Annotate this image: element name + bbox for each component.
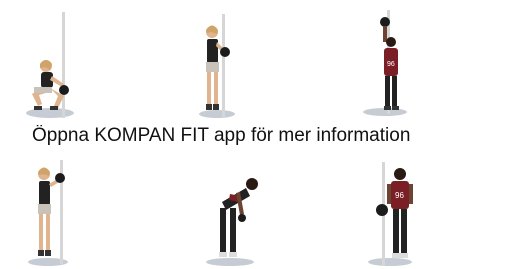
exercise-image-6: 96 bbox=[368, 162, 413, 266]
kettlebell bbox=[380, 17, 390, 27]
kettlebell bbox=[238, 214, 246, 222]
kettlebell bbox=[55, 173, 65, 183]
athlete-head bbox=[386, 37, 396, 47]
athlete-head bbox=[394, 168, 406, 180]
kettlebell bbox=[59, 85, 69, 95]
pole bbox=[62, 12, 65, 118]
exercise-image-5 bbox=[206, 178, 258, 266]
exercise-image-2 bbox=[199, 14, 235, 118]
exercise-image-1 bbox=[26, 12, 74, 118]
kettlebell bbox=[220, 47, 230, 57]
svg-text:96: 96 bbox=[395, 191, 404, 200]
app-info-caption: Öppna KOMPAN FIT app för mer information bbox=[32, 125, 411, 146]
floor-shadow bbox=[199, 110, 235, 118]
floor-shadow bbox=[368, 258, 412, 266]
svg-text:96: 96 bbox=[387, 61, 395, 68]
pole bbox=[222, 14, 225, 118]
athlete-head bbox=[246, 178, 258, 190]
exercise-image-3: 96 bbox=[363, 10, 407, 116]
kettlebell bbox=[376, 204, 388, 216]
floor-shadow bbox=[206, 258, 254, 266]
exercise-image-4 bbox=[28, 160, 68, 266]
